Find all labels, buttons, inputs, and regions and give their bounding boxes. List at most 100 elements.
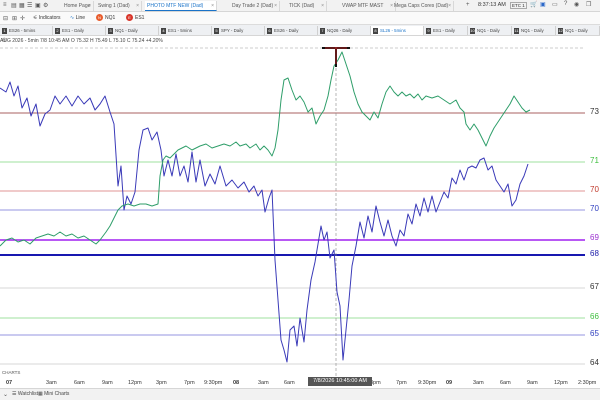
tab-label: NQ1 - Daily [477, 28, 500, 33]
line-button[interactable]: ∿ Line [70, 14, 85, 23]
chart-tab-12[interactable]: 12 NQ1 - Daily [556, 26, 600, 35]
time-label: 08 [233, 380, 240, 386]
time-label: 12pm [554, 380, 568, 386]
price-label: 64 [590, 358, 599, 367]
time-label: 6am [284, 380, 295, 386]
layout-tab-tick[interactable]: TICK (Dad) × [287, 1, 327, 11]
chart-tab-1[interactable]: 1 ES26 - 5mins [0, 26, 53, 35]
time-label: 3am [473, 380, 484, 386]
list-icon[interactable]: ☰ [27, 2, 32, 9]
es-label: ES1 [135, 15, 145, 21]
layout-tab-vwap[interactable]: VWAP MTF MAST × [340, 1, 396, 11]
close-icon[interactable]: × [88, 1, 91, 11]
symbol-info-bar: ◎ AUG 2026 - 5min 7/8 10:45 AM O 75.32 H… [0, 36, 600, 47]
symbol-nq-button[interactable]: N NQ1 [96, 14, 115, 23]
layout-tab-photo-mtf[interactable]: PHOTO MTF NEW (Dad) × [145, 1, 217, 11]
tab-label: PHOTO MTF NEW (Dad) [147, 3, 204, 9]
layout-tab-swing[interactable]: Swing 1 (Dad) × [96, 1, 142, 11]
price-label: 70 [590, 185, 599, 194]
window-icon[interactable]: ❐ [586, 1, 591, 8]
tab-label: SL26 - 5mins [380, 28, 406, 33]
tab-number: 10 [470, 28, 475, 34]
layout-icon[interactable]: ⊞ [12, 15, 17, 22]
settings-icon[interactable]: ⚙ [43, 2, 48, 9]
tab-number: 9 [426, 28, 431, 34]
time-label: 3am [46, 380, 57, 386]
symbol-es-button[interactable]: E ES1 [126, 14, 144, 23]
layout-tab-day-trade[interactable]: Day Trade 2 (Dad) × [230, 1, 280, 11]
chart-tab-bar: 1 ES26 - 5mins 2 ES1 - Daily 3 NQ1 - Daily … [0, 25, 600, 36]
charts-corner-label: CHARTS [2, 370, 21, 375]
close-icon[interactable]: × [321, 1, 324, 11]
chart-tab-3[interactable]: 3 NQ1 - Daily [106, 26, 159, 35]
tab-number: 1 [2, 28, 7, 34]
grid-icon[interactable]: ▣ [35, 2, 41, 9]
price-label: 66 [590, 312, 599, 321]
tab-label: Swing 1 (Dad) [98, 3, 130, 9]
mini-charts-label: Mini Charts [44, 391, 70, 397]
layout-tab-mega-caps[interactable]: Mega Caps Cores (Dad) × [392, 1, 454, 11]
time-label: 6am [74, 380, 85, 386]
watchlist-label: Watchlist [17, 391, 38, 397]
add-tab-icon[interactable]: + [466, 2, 470, 8]
chart-tab-6[interactable]: 6 ES26 - Daily [265, 26, 318, 35]
close-icon[interactable]: × [274, 1, 277, 11]
chart-tab-9[interactable]: 9 ES1 - Daily [424, 26, 468, 35]
tab-number: 8 [373, 28, 378, 34]
chart-tab-2[interactable]: 2 ES1 - Daily [53, 26, 106, 35]
badge[interactable]: ETC 1 [510, 2, 527, 9]
price-label: 68 [590, 249, 599, 258]
chart-tab-8[interactable]: 8 SL26 - 5mins [371, 26, 424, 35]
tab-number: 6 [267, 28, 272, 34]
time-label: 2:30pm [578, 380, 597, 386]
tab-label: ES1 - Daily [62, 28, 84, 33]
time-label: 9:30pm [418, 380, 437, 386]
tab-number: 11 [514, 28, 519, 34]
price-chart[interactable] [0, 47, 600, 377]
cart-icon[interactable]: 🛒 [530, 1, 537, 8]
tab-label: ES1 - Daily [433, 28, 455, 33]
clock: 8:37:13 AM [478, 2, 506, 8]
chart-tab-11[interactable]: 11 NQ1 - Daily [512, 26, 556, 35]
link-icon[interactable]: ⊟ [3, 15, 8, 22]
chart-icon[interactable]: ▤ [11, 2, 17, 9]
help-icon[interactable]: ? [564, 1, 567, 7]
tab-label: ES26 - Daily [274, 28, 299, 33]
time-label: 9am [527, 380, 538, 386]
save-icon[interactable]: ▣ [540, 1, 546, 8]
chart-tab-5[interactable]: 5 SPY - Daily [212, 26, 265, 35]
close-icon[interactable]: × [448, 1, 451, 11]
time-label: 12pm [128, 380, 142, 386]
tab-number: 5 [214, 28, 219, 34]
chart-tab-10[interactable]: 10 NQ1 - Daily [468, 26, 512, 35]
chart-tab-4[interactable]: 4 ES1 - 5mins [159, 26, 212, 35]
tab-label: ES1 - 5mins [168, 28, 192, 33]
tab-label: ES26 - 5mins [9, 28, 36, 33]
indicators-button[interactable]: ⚟ Indicators [33, 14, 61, 23]
time-label: 3pm [156, 380, 167, 386]
tab-number: 7 [320, 28, 325, 34]
tab-label: NQ1 - Daily [115, 28, 138, 33]
indicators-label: Indicators [38, 15, 61, 21]
layout-tab-home[interactable]: Home Page × [62, 1, 94, 11]
watchlist-tab[interactable]: ☰ Watchlist [12, 391, 38, 397]
time-label: 7pm [396, 380, 407, 386]
close-icon[interactable]: × [211, 1, 214, 10]
chart-tab-7[interactable]: 7 NQ26 - Daily [318, 26, 371, 35]
account-icon[interactable]: ◉ [574, 1, 579, 8]
time-label: 9am [102, 380, 113, 386]
tab-label: NQ1 - Daily [521, 28, 544, 33]
tab-number: 12 [558, 28, 563, 34]
collapse-icon[interactable]: ⌄ [3, 391, 8, 398]
crosshair-icon[interactable]: ✛ [20, 15, 25, 22]
tab-number: 2 [55, 28, 60, 34]
line-label: Line [75, 15, 86, 21]
notification-icon[interactable]: ▭ [552, 1, 558, 8]
table-icon[interactable]: ▦ [19, 2, 25, 9]
mini-charts-tab[interactable]: ▦ Mini Charts [38, 391, 69, 397]
price-label: 71 [590, 156, 599, 165]
menu-icon[interactable]: ≡ [3, 2, 7, 8]
time-label: 7pm [184, 380, 195, 386]
close-icon[interactable]: × [136, 1, 139, 11]
tab-label: NQ26 - Daily [327, 28, 353, 33]
